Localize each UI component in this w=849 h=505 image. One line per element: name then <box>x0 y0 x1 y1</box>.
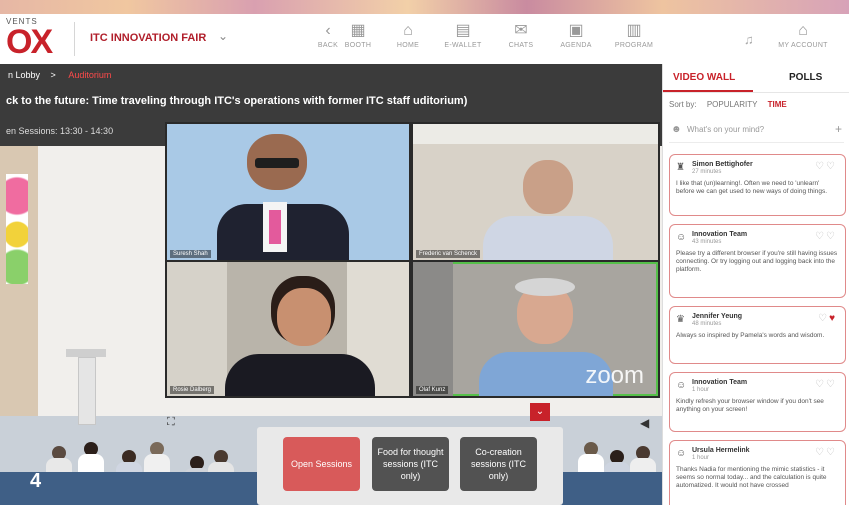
nav-label: CHATS <box>508 42 534 49</box>
breadcrumb-root[interactable]: n Lobby <box>8 70 40 80</box>
header-divider <box>74 22 75 56</box>
post-compose[interactable]: ☻ What's on your mind? + <box>669 120 844 143</box>
reaction-icons[interactable]: ♡♡ <box>815 231 837 242</box>
avatar: ☺ <box>676 380 687 391</box>
booth-icon: ▦ <box>350 22 366 39</box>
event-title[interactable]: ITC INNOVATION FAIR <box>90 32 206 44</box>
nav-program[interactable]: ▥ PROGRAM <box>610 20 658 62</box>
nav-label: MY ACCOUNT <box>778 42 828 49</box>
post-author: Innovation Team <box>692 231 748 238</box>
participant-name: Suresh Shah <box>170 250 211 258</box>
video-wall-panel: VIDEO WALL POLLS Sort by: POPULARITY TIM… <box>662 64 849 505</box>
food-for-thought-button[interactable]: Food for thought sessions (ITC only) <box>372 437 449 491</box>
post-text: Thanks Nadia for mentioning the mimic st… <box>676 466 827 489</box>
chevron-down-icon[interactable]: ⌄ <box>218 29 228 43</box>
session-title: ck to the future: Time traveling through… <box>6 95 468 107</box>
podium <box>66 349 106 425</box>
wall-post: ☺ Innovation Team 1 hour ♡♡ Kindly refre… <box>669 372 846 432</box>
avatar: ♜ <box>676 162 685 173</box>
post-time: 1 hour <box>692 455 710 461</box>
post-time: 27 minutes <box>692 169 722 175</box>
sort-time[interactable]: TIME <box>768 100 787 109</box>
video-tile-active-speaker[interactable]: zoom Olaf Kunz <box>413 262 658 396</box>
participant-name: Rosie Dalberg <box>170 386 215 394</box>
program-icon: ▥ <box>626 22 642 39</box>
avatar: ☺ <box>676 232 687 243</box>
collapse-toggle-button[interactable]: ⌄ <box>530 403 550 421</box>
video-tile[interactable]: Rosie Dalberg <box>167 262 409 396</box>
reaction-icons[interactable]: ♡♡ <box>815 161 837 172</box>
header-decoration <box>0 0 849 14</box>
post-text: Kindly refresh your browser window if yo… <box>676 398 824 413</box>
zoom-watermark: zoom <box>585 362 644 389</box>
nav-booth[interactable]: ▦ BOOTH <box>340 20 376 62</box>
wall-poster <box>6 174 28 284</box>
open-sessions-button[interactable]: Open Sessions <box>283 437 360 491</box>
home-icon: ⌂ <box>403 22 413 39</box>
post-time: 43 minutes <box>692 239 722 245</box>
step-number-badge: 4 <box>30 470 42 492</box>
nav-my-account[interactable]: ⌂ MY ACCOUNT <box>772 20 834 62</box>
reaction-icons[interactable]: ♡♡ <box>815 379 837 390</box>
wall-post: ♛ Jennifer Yeung 48 minutes ♡♥ Always so… <box>669 306 846 364</box>
post-author: Ursula Hermelink <box>692 447 750 454</box>
avatar: ♛ <box>676 314 685 325</box>
post-time: 48 minutes <box>692 321 722 327</box>
volume-icon[interactable]: ◀ <box>640 416 649 430</box>
participant-name: Olaf Kunz <box>416 386 449 394</box>
wall-post: ☺ Ursula Hermelink 1 hour ♡♡ Thanks Nadi… <box>669 440 846 505</box>
active-tab-indicator <box>663 90 753 92</box>
post-text: Please try a different browser if you're… <box>676 250 838 273</box>
nav-label: E-WALLET <box>444 42 482 49</box>
post-text: Always so inspired by Pamela's words and… <box>676 332 825 339</box>
panel-tabs: VIDEO WALL POLLS <box>663 64 849 93</box>
nav-e-wallet[interactable]: ▤ E-WALLET <box>440 20 486 62</box>
wall-post: ☺ Innovation Team 43 minutes ♡♡ Please t… <box>669 224 846 298</box>
post-text: I like that (un)learning!. Often we need… <box>676 180 828 195</box>
tab-polls[interactable]: POLLS <box>789 72 822 83</box>
sort-label: Sort by: <box>669 100 697 109</box>
nav-label: BOOTH <box>344 42 372 49</box>
video-grid[interactable]: Suresh Shah Frederic van Schenck Rosie D… <box>165 122 660 398</box>
co-creation-button[interactable]: Co-creation sessions (ITC only) <box>460 437 537 491</box>
reaction-icons[interactable]: ♡♡ <box>815 447 837 458</box>
post-author: Innovation Team <box>692 379 748 386</box>
breadcrumb-separator: > <box>50 70 56 80</box>
reaction-icons[interactable]: ♡♥ <box>818 313 837 324</box>
user-icon: ☻ <box>671 124 682 135</box>
session-time: en Sessions: 13:30 - 14:30 <box>6 126 114 136</box>
nav-label: HOME <box>396 42 420 49</box>
logo-text: OX <box>6 23 53 61</box>
top-header: VENTS OX ITC INNOVATION FAIR ⌄ ‹ BACK ▦ … <box>0 14 849 65</box>
bell-icon[interactable]: ♫ <box>744 32 754 47</box>
add-post-icon[interactable]: + <box>835 122 842 136</box>
app-window: VENTS OX ITC INNOVATION FAIR ⌄ ‹ BACK ▦ … <box>0 0 849 505</box>
nav-agenda[interactable]: ▣ AGENDA <box>554 20 598 62</box>
breadcrumb: n Lobby > Auditorium <box>8 70 111 80</box>
sort-popularity[interactable]: POPULARITY <box>707 100 758 109</box>
agenda-icon: ▣ <box>568 22 584 39</box>
fullscreen-icon[interactable]: ⛶ <box>167 416 175 429</box>
post-author: Simon Bettighofer <box>692 161 753 168</box>
compose-placeholder: What's on your mind? <box>687 125 765 134</box>
tab-video-wall[interactable]: VIDEO WALL <box>673 72 735 83</box>
nav-home[interactable]: ⌂ HOME <box>390 20 426 62</box>
sort-row: Sort by: POPULARITY TIME <box>669 100 787 109</box>
wall-post: ♜ Simon Bettighofer 27 minutes ♡♡ I like… <box>669 154 846 216</box>
post-time: 1 hour <box>692 387 710 393</box>
nav-label: PROGRAM <box>614 42 654 49</box>
nav-chats[interactable]: ✉ CHATS <box>502 20 540 62</box>
video-tile[interactable]: Frederic van Schenck <box>413 124 658 260</box>
account-icon: ⌂ <box>798 22 808 39</box>
post-author: Jennifer Yeung <box>692 313 743 320</box>
session-selector: Open Sessions Food for thought sessions … <box>257 427 563 505</box>
wallet-icon: ▤ <box>455 22 471 39</box>
avatar: ☺ <box>676 448 687 459</box>
logo[interactable]: VENTS OX <box>0 17 72 63</box>
participant-name: Frederic van Schenck <box>416 250 481 258</box>
chat-icon: ✉ <box>514 22 528 39</box>
video-tile[interactable]: Suresh Shah <box>167 124 409 260</box>
nav-label: AGENDA <box>560 42 592 49</box>
breadcrumb-current: Auditorium <box>68 70 112 80</box>
